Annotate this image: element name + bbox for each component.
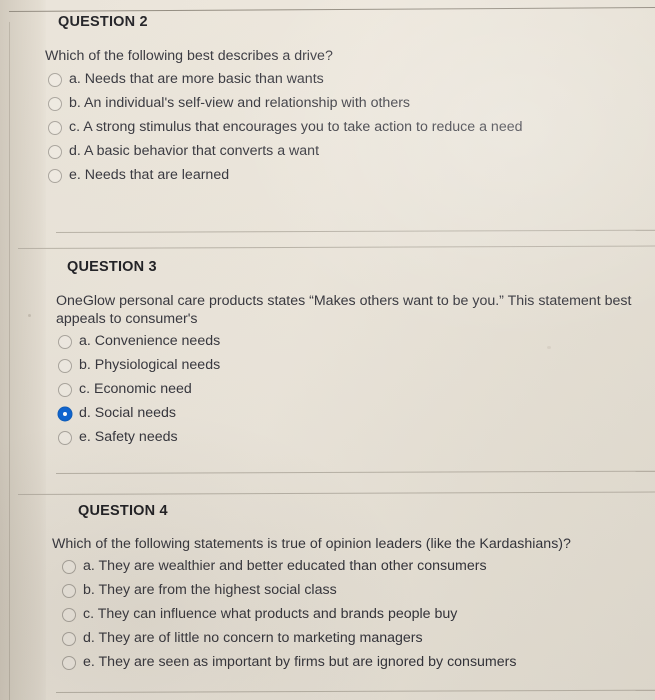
option-label: c. A strong stimulus that encourages you… [69,119,523,135]
radio-icon[interactable] [62,632,76,646]
option-label: b. An individual's self-view and relatio… [69,95,411,111]
question-separator [55,229,655,233]
radio-icon[interactable] [48,121,62,135]
option-label: d. They are of little no concern to mark… [83,630,423,646]
radio-icon[interactable] [62,560,76,574]
option-label: e. They are seen as important by firms b… [83,654,517,670]
option-row-selected[interactable]: d. Social needs [58,404,648,423]
option-row[interactable]: c. Economic need [58,380,648,399]
option-row[interactable]: c. A strong stimulus that encourages you… [48,118,638,137]
option-label: c. They can influence what products and … [83,606,458,622]
question-title-4: QUESTION 4 [78,503,168,519]
question-block-4: QUESTION 4 Which of the following statem… [0,503,655,677]
option-row[interactable]: b. An individual's self-view and relatio… [48,94,638,113]
radio-icon[interactable] [58,335,72,349]
question-block-3: QUESTION 3 OneGlow personal care product… [0,259,655,452]
option-label: b. They are from the highest social clas… [83,582,337,598]
radio-icon-selected[interactable] [58,407,72,421]
radio-icon[interactable] [48,145,62,159]
option-label: d. A basic behavior that converts a want [69,143,320,159]
option-row[interactable]: b. They are from the highest social clas… [62,581,652,600]
option-row[interactable]: c. They can influence what products and … [62,605,652,624]
question-text-3: OneGlow personal care products states “M… [56,293,632,327]
option-row[interactable]: a. Needs that are more basic than wants [48,70,638,89]
radio-icon[interactable] [58,383,72,397]
option-label: d. Social needs [79,405,177,421]
radio-icon[interactable] [48,169,62,183]
radio-icon[interactable] [62,584,76,598]
radio-icon[interactable] [48,97,62,111]
option-label: a. Needs that are more basic than wants [69,71,324,87]
option-label: e. Needs that are learned [69,167,230,183]
question-title-3: QUESTION 3 [67,259,157,275]
option-row[interactable]: d. A basic behavior that converts a want [48,142,638,161]
question-title-2: QUESTION 2 [58,14,148,30]
option-row[interactable]: e. Safety needs [58,428,648,447]
question-separator-bottom [55,689,655,693]
quiz-content: QUESTION 2 Which of the following best d… [0,0,655,700]
option-label: a. They are wealthier and better educate… [83,558,487,574]
option-label: b. Physiological needs [79,357,221,373]
option-row[interactable]: d. They are of little no concern to mark… [62,629,652,648]
option-row[interactable]: e. They are seen as important by firms b… [62,653,652,672]
quiz-page: QUESTION 2 Which of the following best d… [0,0,655,700]
question-text-4: Which of the following statements is tru… [52,536,571,552]
option-row[interactable]: e. Needs that are learned [48,166,638,185]
radio-icon[interactable] [62,608,76,622]
option-row[interactable]: a. Convenience needs [58,332,648,351]
radio-icon[interactable] [58,359,72,373]
section-separator [17,245,655,249]
option-row[interactable]: b. Physiological needs [58,356,648,375]
radio-icon[interactable] [48,73,62,87]
question-text-2: Which of the following best describes a … [45,48,333,64]
question-block-2: QUESTION 2 Which of the following best d… [0,14,655,190]
radio-icon[interactable] [58,431,72,445]
options-list-3: a. Convenience needs b. Physiological ne… [58,332,648,447]
section-separator [17,491,655,495]
option-label: a. Convenience needs [79,333,221,349]
radio-icon[interactable] [62,656,76,670]
option-row[interactable]: a. They are wealthier and better educate… [62,557,652,576]
options-list-4: a. They are wealthier and better educate… [62,557,652,672]
options-list-2: a. Needs that are more basic than wants … [48,70,638,185]
option-label: e. Safety needs [79,429,178,445]
option-label: c. Economic need [79,381,192,397]
question-separator [55,470,655,474]
